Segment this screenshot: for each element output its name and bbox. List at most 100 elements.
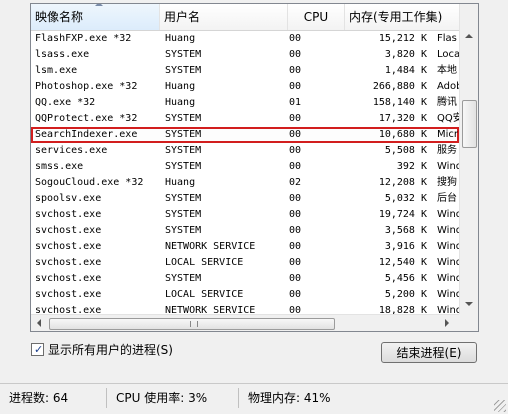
cell-image-name: QQProtect.exe *32	[35, 113, 138, 124]
table-row-selected[interactable]: SearchIndexer.exe SYSTEM 00 10,680 K Micr	[31, 127, 459, 143]
horizontal-scrollbar[interactable]	[31, 314, 459, 331]
column-header-memory[interactable]: 内存(专用工作集)	[345, 4, 460, 30]
cell-description: 服务	[437, 145, 457, 156]
cell-description: Adob	[437, 81, 459, 92]
table-row[interactable]: SogouCloud.exe *32 Huang 02 12,208 K 搜狗	[31, 175, 459, 191]
cell-image-name: SearchIndexer.exe	[35, 129, 138, 140]
cell-image-name: svchost.exe	[35, 241, 102, 252]
cell-user-name: SYSTEM	[165, 273, 202, 284]
cell-description: 本地	[437, 65, 457, 76]
cell-memory: 392 K	[396, 161, 427, 172]
cell-image-name: svchost.exe	[35, 289, 102, 300]
cell-description: Wind	[437, 241, 459, 252]
cell-memory: 19,724 K	[378, 209, 427, 220]
column-header-cpu-label: CPU	[303, 10, 329, 24]
end-process-button[interactable]: 结束进程(E)	[381, 342, 477, 363]
process-rows: FlashFXP.exe *32 Huang 00 15,212 K Flas lsass…	[31, 31, 459, 319]
table-row[interactable]: svchost.exe SYSTEM 00 19,724 K Wind	[31, 207, 459, 223]
status-divider	[238, 388, 239, 408]
cell-image-name: svchost.exe	[35, 273, 102, 284]
column-header-cpu[interactable]: CPU	[288, 4, 345, 30]
scroll-right-arrow-icon[interactable]	[445, 319, 449, 327]
cell-user-name: SYSTEM	[165, 161, 202, 172]
cell-description: Micr	[437, 129, 459, 140]
table-row[interactable]: svchost.exe SYSTEM 00 5,456 K Wind	[31, 271, 459, 287]
table-row[interactable]: QQProtect.exe *32 SYSTEM 00 17,320 K QQ安	[31, 111, 459, 127]
cell-image-name: spoolsv.exe	[35, 193, 102, 204]
table-row[interactable]: services.exe SYSTEM 00 5,508 K 服务	[31, 143, 459, 159]
cell-memory: 266,880 K	[372, 81, 427, 92]
table-row[interactable]: lsm.exe SYSTEM 00 1,484 K 本地	[31, 63, 459, 79]
scrollbar-corner	[459, 314, 478, 331]
show-all-users-checkbox[interactable]: ✓	[31, 343, 44, 356]
cell-cpu: 00	[289, 273, 302, 284]
cell-description: Wind	[437, 257, 459, 268]
cell-description: Wind	[437, 161, 459, 172]
table-row[interactable]: svchost.exe LOCAL SERVICE 00 5,200 K Wind	[31, 287, 459, 303]
cell-cpu: 00	[289, 129, 302, 140]
cell-user-name: Huang	[165, 177, 196, 188]
vertical-scrollbar[interactable]	[459, 4, 478, 314]
scroll-grip-icon	[190, 321, 198, 327]
cell-user-name: SYSTEM	[165, 145, 202, 156]
table-row[interactable]: svchost.exe SYSTEM 00 3,568 K Wind	[31, 223, 459, 239]
cell-user-name: Huang	[165, 97, 196, 108]
resize-grip-icon[interactable]	[494, 400, 506, 412]
cell-image-name: lsm.exe	[35, 65, 78, 76]
cell-description: Loca	[437, 49, 459, 60]
cell-cpu: 00	[289, 113, 302, 124]
cell-memory: 3,820 K	[384, 49, 427, 60]
table-row[interactable]: svchost.exe NETWORK SERVICE 00 3,916 K Wind	[31, 239, 459, 255]
cell-cpu: 00	[289, 49, 302, 60]
column-header-image-name-label: 映像名称	[35, 10, 84, 24]
cell-user-name: NETWORK SERVICE	[165, 241, 256, 252]
cell-description: Wind	[437, 289, 459, 300]
cell-description: 后台	[437, 193, 457, 204]
scroll-down-arrow-icon[interactable]	[465, 302, 473, 306]
status-process-count: 进程数: 64	[9, 391, 69, 405]
cell-memory: 12,540 K	[378, 257, 427, 268]
table-row[interactable]: svchost.exe LOCAL SERVICE 00 12,540 K Wind	[31, 255, 459, 271]
cell-description: Wind	[437, 273, 459, 284]
cell-cpu: 00	[289, 193, 302, 204]
cell-cpu: 00	[289, 225, 302, 236]
cell-image-name: smss.exe	[35, 161, 84, 172]
cell-user-name: LOCAL SERVICE	[165, 289, 244, 300]
column-header-image-name[interactable]: 映像名称	[31, 4, 160, 30]
cell-description: Wind	[437, 209, 459, 220]
show-all-users-label: 显示所有用户的进程(S)	[48, 343, 173, 357]
cell-memory: 5,456 K	[384, 273, 427, 284]
cell-cpu: 00	[289, 257, 302, 268]
cell-description: 搜狗	[437, 177, 457, 188]
cell-memory: 5,032 K	[384, 193, 427, 204]
cell-user-name: SYSTEM	[165, 193, 202, 204]
cell-image-name: services.exe	[35, 145, 108, 156]
cell-memory: 10,680 K	[378, 129, 427, 140]
cell-memory: 5,200 K	[384, 289, 427, 300]
status-bar: 进程数: 64 CPU 使用率: 3% 物理内存: 41%	[0, 383, 508, 414]
cell-cpu: 00	[289, 145, 302, 156]
table-row[interactable]: FlashFXP.exe *32 Huang 00 15,212 K Flas	[31, 31, 459, 47]
column-header-memory-label: 内存(专用工作集)	[349, 10, 443, 24]
column-header-user-name[interactable]: 用户名	[160, 4, 288, 30]
scroll-left-arrow-icon[interactable]	[37, 319, 41, 327]
cell-cpu: 00	[289, 289, 302, 300]
column-header-user-name-label: 用户名	[164, 10, 201, 24]
cell-description: 腾讯	[437, 97, 457, 108]
table-row[interactable]: lsass.exe SYSTEM 00 3,820 K Loca	[31, 47, 459, 63]
table-row[interactable]: spoolsv.exe SYSTEM 00 5,032 K 后台	[31, 191, 459, 207]
scroll-up-arrow-icon[interactable]	[465, 34, 473, 38]
process-list[interactable]: 映像名称 用户名 CPU 内存(专用工作集) 描述 FlashFXP.exe *…	[30, 3, 479, 332]
cell-user-name: SYSTEM	[165, 49, 202, 60]
table-row[interactable]: Photoshop.exe *32 Huang 00 266,880 K Adob	[31, 79, 459, 95]
cell-cpu: 02	[289, 177, 302, 188]
cell-image-name: lsass.exe	[35, 49, 90, 60]
horizontal-scroll-thumb[interactable]	[49, 318, 335, 330]
vertical-scroll-thumb[interactable]	[462, 100, 477, 148]
cell-memory: 3,568 K	[384, 225, 427, 236]
cell-memory: 17,320 K	[378, 113, 427, 124]
table-row[interactable]: QQ.exe *32 Huang 01 158,140 K 腾讯	[31, 95, 459, 111]
table-row[interactable]: smss.exe SYSTEM 00 392 K Wind	[31, 159, 459, 175]
cell-cpu: 01	[289, 97, 302, 108]
cell-image-name: Photoshop.exe *32	[35, 81, 138, 92]
